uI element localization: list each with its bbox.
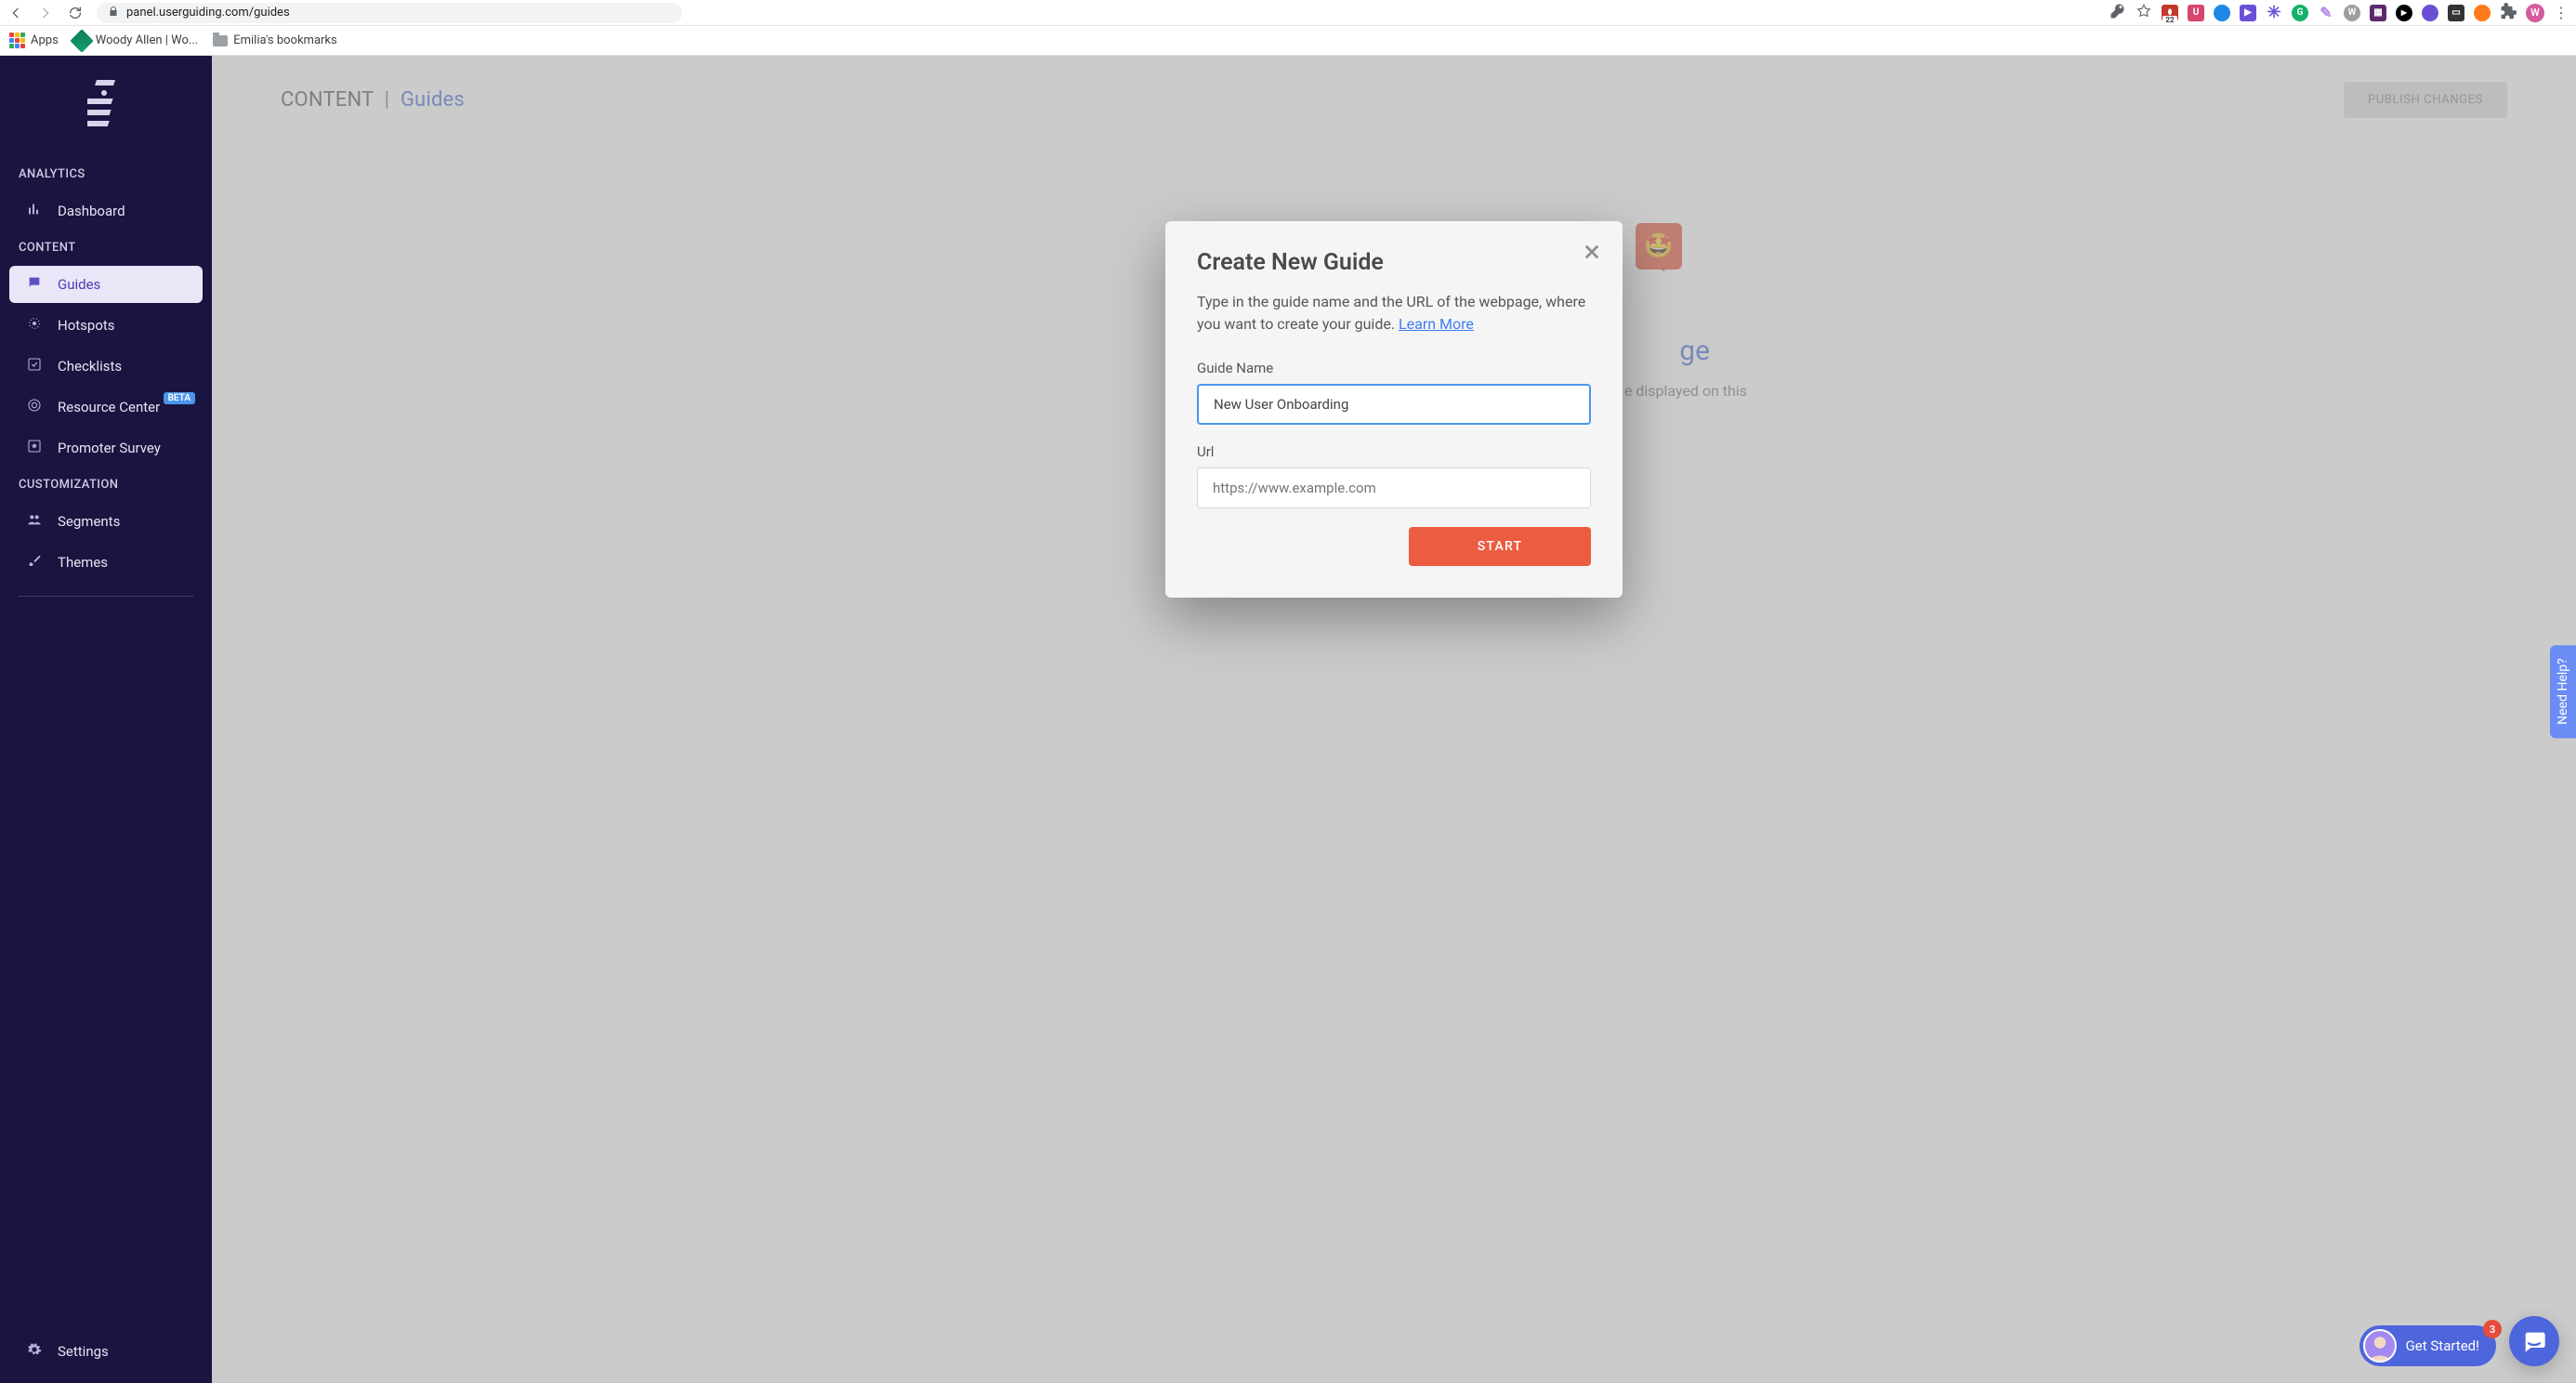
star-icon[interactable]	[2136, 3, 2152, 23]
ext-blue-circle-icon[interactable]	[2214, 5, 2230, 21]
start-button[interactable]: START	[1409, 527, 1591, 566]
sidebar-item-resource-center[interactable]: Resource Center BETA	[9, 389, 203, 426]
guide-name-input[interactable]	[1197, 384, 1591, 425]
target-icon	[26, 316, 43, 335]
ext-purple-square-icon[interactable]: ▦	[2370, 5, 2386, 21]
gear-icon	[26, 1342, 43, 1361]
sidebar: ANALYTICS Dashboard CONTENT Guides Hotsp…	[0, 56, 212, 1383]
section-analytics: ANALYTICS	[0, 158, 212, 191]
sidebar-item-dashboard[interactable]: Dashboard	[9, 192, 203, 230]
lock-icon	[108, 6, 119, 20]
extensions-icon[interactable]	[2500, 3, 2517, 23]
url-label: Url	[1197, 443, 1591, 460]
ext-grammarly-icon[interactable]: G	[2292, 5, 2308, 21]
ext-orange-icon[interactable]	[2474, 5, 2491, 21]
star-box-icon	[26, 439, 43, 457]
ext-lastpass-icon[interactable]: 22	[2162, 5, 2178, 21]
sidebar-item-checklists[interactable]: Checklists	[9, 348, 203, 385]
bookmarks-bar: Apps Woody Allen | Wo... Emilia's bookma…	[0, 26, 2576, 56]
modal-overlay[interactable]: Create New Guide Type in the guide name …	[212, 56, 2576, 1383]
ext-w-grey-icon[interactable]: W	[2344, 5, 2360, 21]
ext-play-icon[interactable]: ▶	[2396, 5, 2412, 21]
diamond-icon	[70, 29, 93, 52]
apps-icon	[9, 33, 25, 48]
modal-title: Create New Guide	[1197, 249, 1591, 276]
close-icon[interactable]	[1582, 242, 1602, 267]
intercom-launcher[interactable]	[2509, 1316, 2559, 1366]
brush-icon	[26, 553, 43, 572]
avatar-icon	[2363, 1329, 2397, 1363]
bookmark-folder-emilia[interactable]: Emilia's bookmarks	[213, 33, 337, 47]
back-button[interactable]	[7, 5, 24, 21]
sidebar-item-settings[interactable]: Settings	[9, 1333, 203, 1370]
chrome-menu-icon[interactable]: ⋮	[2554, 4, 2569, 21]
ext-asterisk-icon[interactable]: ✳	[2266, 5, 2282, 21]
lifebuoy-icon	[26, 398, 43, 416]
forward-button[interactable]	[37, 5, 54, 21]
sidebar-item-hotspots[interactable]: Hotspots	[9, 307, 203, 344]
sidebar-item-promoter-survey[interactable]: Promoter Survey	[9, 429, 203, 467]
bookmark-apps[interactable]: Apps	[9, 33, 59, 48]
url-input[interactable]	[1197, 468, 1591, 508]
create-guide-modal: Create New Guide Type in the guide name …	[1165, 221, 1623, 598]
get-started-widget[interactable]: Get Started! 3	[2359, 1325, 2496, 1366]
check-square-icon	[26, 357, 43, 375]
guide-name-label: Guide Name	[1197, 360, 1591, 376]
ext-violet-circle-icon[interactable]	[2422, 5, 2438, 21]
ext-feather-icon[interactable]: ✎	[2318, 5, 2334, 21]
ext-purple-icon[interactable]: ▶	[2240, 5, 2256, 21]
sidebar-item-themes[interactable]: Themes	[9, 544, 203, 581]
key-icon[interactable]	[2109, 3, 2126, 23]
ext-u-icon[interactable]: U	[2188, 5, 2204, 21]
bookmark-woody[interactable]: Woody Allen | Wo...	[73, 33, 198, 49]
need-help-tab[interactable]: Need Help?	[2550, 645, 2576, 738]
reload-button[interactable]	[67, 5, 84, 21]
beta-badge: BETA	[164, 392, 195, 404]
section-content: CONTENT	[0, 231, 212, 264]
address-bar[interactable]: panel.userguiding.com/guides	[97, 3, 682, 23]
profile-avatar[interactable]: W	[2526, 4, 2544, 22]
url-text: panel.userguiding.com/guides	[126, 6, 290, 20]
browser-toolbar: panel.userguiding.com/guides 22 U ▶ ✳ G …	[0, 0, 2576, 26]
chat-icon	[26, 275, 43, 294]
users-icon	[26, 512, 43, 531]
sidebar-item-guides[interactable]: Guides	[9, 266, 203, 303]
bar-chart-icon	[26, 202, 43, 220]
modal-description: Type in the guide name and the URL of th…	[1197, 291, 1591, 336]
main-content: CONTENT | Guides PUBLISH CHANGES 🤩 ge e …	[212, 56, 2576, 1383]
notification-badge: 3	[2483, 1320, 2502, 1338]
sidebar-item-segments[interactable]: Segments	[9, 503, 203, 540]
ext-news-icon[interactable]: ▭	[2448, 5, 2464, 21]
toolbar-right: 22 U ▶ ✳ G ✎ W ▦ ▶ ▭ W ⋮	[2109, 3, 2569, 23]
learn-more-link[interactable]: Learn More	[1399, 315, 1474, 333]
folder-icon	[213, 35, 228, 46]
section-customization: CUSTOMIZATION	[0, 468, 212, 501]
sidebar-divider	[19, 596, 193, 597]
app-logo[interactable]	[0, 80, 212, 132]
